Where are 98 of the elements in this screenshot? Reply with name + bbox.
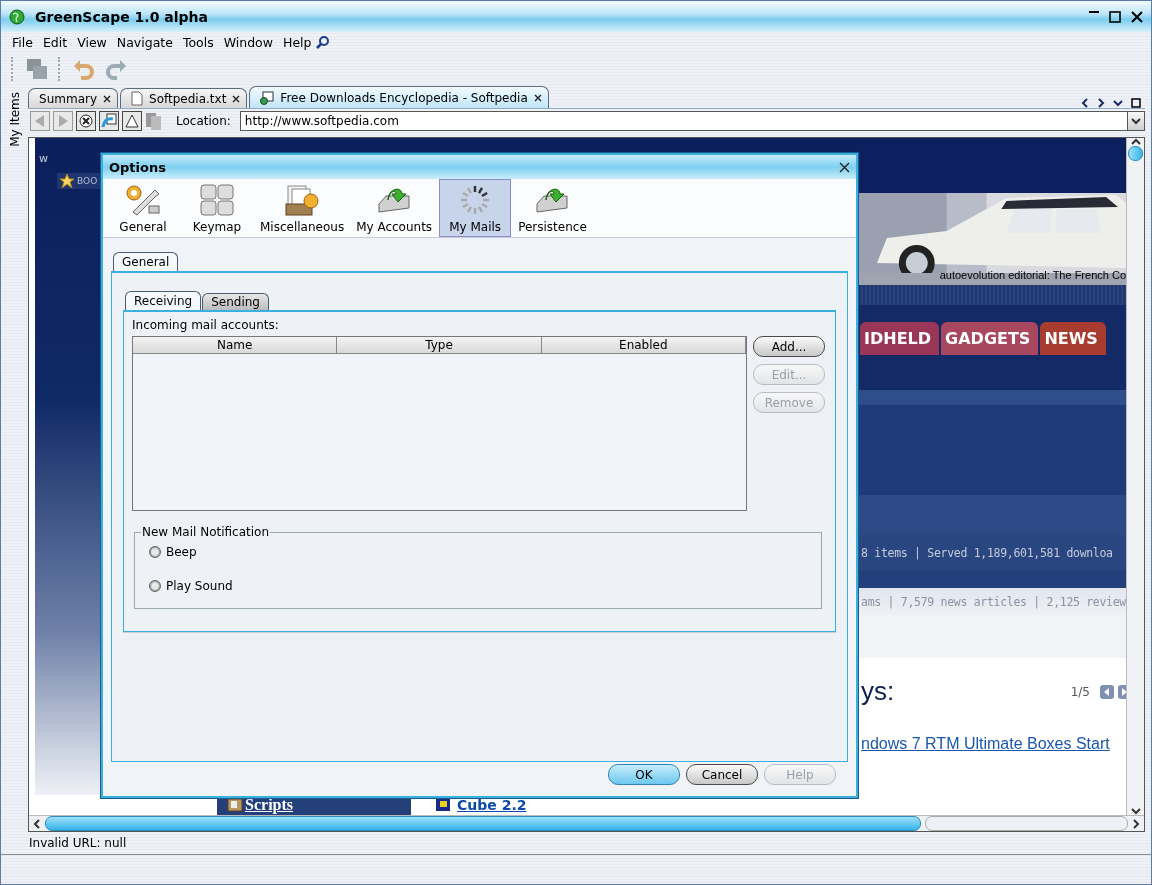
minimize-icon (1089, 10, 1099, 13)
radio-label: Beep (166, 545, 197, 559)
category-button[interactable]: Keymap (181, 179, 253, 237)
close-icon (232, 94, 241, 103)
category-label: My Accounts (356, 220, 433, 234)
column-header[interactable]: Type (337, 337, 542, 354)
location-field[interactable]: http://www.softpedia.com (239, 111, 1127, 131)
forward-icon (53, 111, 74, 131)
document-tab[interactable]: Free Downloads Encyclopedia - Softpedia (249, 86, 549, 108)
download-link[interactable]: Cube 2.2 (457, 797, 527, 813)
site-stats-text: 8 items | Served 1,189,601,581 downloa (861, 545, 1113, 560)
stop-icon (76, 111, 97, 131)
chevron-left-icon (1081, 98, 1089, 108)
page-text: w (39, 152, 50, 165)
dialog-button[interactable]: OK (608, 764, 680, 785)
category-label: My Mails (449, 220, 502, 234)
window-title: GreenScape 1.0 alpha (35, 8, 209, 25)
menu-item[interactable]: Navigate (111, 34, 178, 50)
menu-item[interactable]: Window (218, 34, 278, 50)
picture-caption: autoevolution editorial: The French Co (939, 269, 1126, 281)
dialog-button[interactable]: Cancel (686, 764, 758, 785)
category-button[interactable]: General (107, 179, 179, 237)
close-icon (839, 161, 850, 173)
category-button[interactable]: My Accounts (351, 179, 438, 237)
status-text: Invalid URL: null (29, 836, 127, 850)
chevron-up-icon (1130, 138, 1141, 146)
radio-button[interactable] (149, 580, 161, 592)
save-all-icon (26, 58, 48, 80)
account-action-button[interactable]: Add... (753, 336, 825, 357)
category-button[interactable]: Persistence (513, 179, 592, 237)
document-tab[interactable]: Summary (28, 88, 119, 108)
pager-text: 1/5 (1070, 684, 1090, 699)
site-nav-tab[interactable]: GADGETS (941, 322, 1039, 355)
close-icon (533, 93, 542, 102)
redo-icon (105, 58, 127, 80)
vertical-scrollbar[interactable] (1126, 138, 1144, 815)
browser-window-icon (260, 90, 275, 105)
back-icon (30, 111, 51, 131)
previous-icon (1100, 684, 1114, 699)
dialog-title: Options (109, 159, 166, 175)
document-tab[interactable]: Softpedia.txt (120, 88, 248, 108)
bookmark-chip[interactable]: BOO (57, 173, 101, 189)
category-button[interactable]: Miscellaneous (255, 179, 350, 237)
menu-item[interactable]: Edit (37, 34, 73, 50)
maximize-icon (1109, 10, 1121, 23)
tab-label: Summary (39, 91, 98, 106)
gear-wrench-icon (125, 184, 161, 216)
tab-label: Softpedia.txt (149, 91, 227, 106)
document-icon (131, 91, 144, 106)
star-icon (60, 174, 75, 188)
chevron-left-icon (33, 818, 42, 829)
radio-button[interactable] (149, 546, 161, 558)
maximize-icon (1131, 98, 1141, 108)
side-panel-label[interactable]: My Items (7, 92, 22, 147)
chevron-down-icon (1130, 807, 1141, 815)
accounts-label: Incoming mail accounts: (132, 318, 280, 332)
site-stats-text: ams | 7,579 news articles | 2,125 review (861, 594, 1126, 609)
dropdown-button[interactable] (1127, 111, 1145, 131)
menu-item[interactable]: View (72, 34, 112, 50)
chevron-right-icon (1097, 98, 1105, 108)
chevron-right-icon (1132, 818, 1140, 829)
site-nav-tab[interactable]: IDHELD (860, 322, 940, 355)
close-icon (103, 94, 112, 103)
undo-icon (73, 58, 95, 80)
category-button[interactable]: My Mails (439, 179, 512, 237)
spinner-icon (459, 184, 492, 216)
options-tab[interactable]: General (113, 252, 179, 271)
column-header[interactable]: Enabled (541, 337, 746, 354)
copy-pages-icon (145, 111, 164, 131)
column-header[interactable]: Name (133, 337, 338, 354)
radio-label: Play Sound (166, 579, 233, 593)
keyboard-keys-icon (200, 184, 234, 216)
horizontal-scrollbar[interactable] (29, 815, 1144, 831)
site-nav-tab[interactable]: NEWS (1040, 322, 1106, 355)
headline-link[interactable]: ndows 7 RTM Ultimate Boxes Start (861, 735, 1126, 753)
category-link[interactable]: Scripts (245, 796, 294, 814)
section-heading: ys: (861, 676, 895, 707)
menu-item[interactable]: Tools (177, 34, 219, 50)
globe-icon (9, 8, 25, 25)
group-title: New Mail Notification (141, 525, 271, 539)
menu-item[interactable]: Help (278, 34, 317, 50)
menu-item[interactable]: File (7, 34, 38, 50)
close-icon (1131, 10, 1143, 23)
documents-gear-icon (284, 184, 321, 216)
location-label: Location: (176, 114, 231, 128)
bookmark-label: BOO (77, 176, 98, 186)
category-label: Miscellaneous (260, 220, 345, 234)
mail-tab[interactable]: Receiving (125, 291, 202, 310)
category-label: Persistence (518, 220, 587, 234)
scroll-thumb[interactable] (1128, 146, 1143, 161)
category-label: Keymap (192, 220, 242, 234)
reload-icon (99, 111, 120, 131)
mail-tab[interactable]: Sending (202, 293, 269, 310)
tab-label: Free Downloads Encyclopedia - Softpedia (280, 90, 528, 105)
search-icon (316, 35, 330, 49)
window-icon (435, 798, 452, 812)
category-label: General (119, 220, 167, 234)
scroll-thumb[interactable] (45, 816, 922, 831)
